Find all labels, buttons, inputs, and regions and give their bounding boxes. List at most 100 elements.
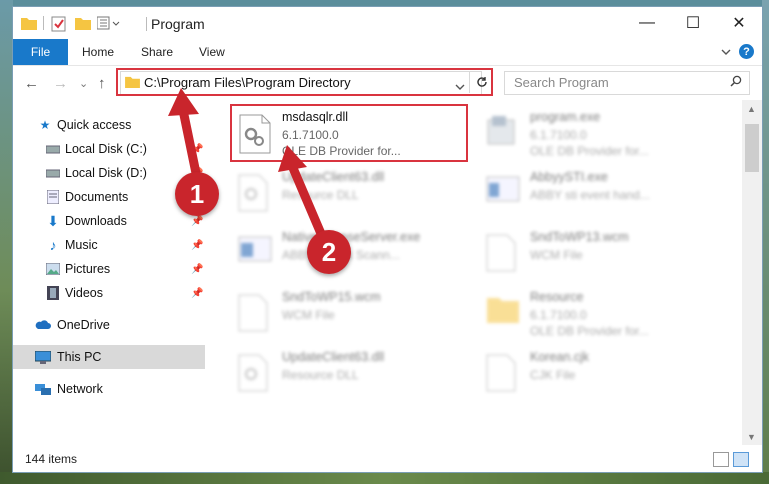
- tab-view[interactable]: View: [199, 39, 225, 65]
- details-view-icon[interactable]: [713, 452, 729, 467]
- file-name: SndToWP15.wcm: [282, 290, 381, 304]
- file-name: SndToWP13.wcm: [530, 230, 629, 244]
- search-input[interactable]: Search Program: [514, 75, 609, 90]
- sidebar-item-local-disk-d[interactable]: Local Disk (D:) 📌: [13, 161, 205, 185]
- close-button[interactable]: ✕: [716, 7, 762, 39]
- computer-icon: [35, 349, 51, 365]
- recent-locations-button[interactable]: ⌄: [79, 77, 88, 90]
- exe-file-icon: [486, 174, 520, 214]
- vertical-scrollbar[interactable]: ▲ ▼: [742, 100, 762, 445]
- file-tile-program-exe[interactable]: program.exe 6.1.7100.0 OLE DB Provider f…: [478, 106, 718, 162]
- file-tile-abbyysti[interactable]: AbbyySTI.exe ABBY sti event hand...: [478, 166, 718, 222]
- sidebar-item-label: Pictures: [65, 262, 111, 276]
- search-box[interactable]: Search Program: [504, 71, 750, 95]
- explorer-window: Program — ☐ ✕ File Home Share View ? ← →…: [13, 7, 762, 472]
- minimize-button[interactable]: —: [624, 7, 670, 39]
- back-button[interactable]: ←: [24, 75, 39, 92]
- sidebar-item-label: Videos: [65, 286, 103, 300]
- file-name: UpdateClient63.dll: [282, 350, 385, 364]
- large-icons-view-icon[interactable]: [733, 452, 749, 467]
- drive-icon: [45, 165, 61, 181]
- sidebar-item-pictures[interactable]: Pictures 📌: [13, 257, 205, 281]
- separator: [43, 16, 44, 30]
- file-tile-sndtowp13[interactable]: SndToWP13.wcm WCM File: [478, 226, 718, 282]
- sidebar-item-local-disk-c[interactable]: Local Disk (C:) 📌: [13, 137, 205, 161]
- maximize-button[interactable]: ☐: [670, 7, 716, 39]
- file-description: WCM File: [530, 248, 583, 262]
- sidebar-item-label: Local Disk (C:): [65, 142, 147, 156]
- desktop-background-bottom: [0, 472, 769, 484]
- desktop-background-right: [762, 0, 769, 484]
- sidebar-item-downloads[interactable]: ⬇ Downloads 📌: [13, 209, 205, 233]
- sidebar-item-label: Downloads: [65, 214, 127, 228]
- file-name: Resource: [530, 290, 584, 304]
- sidebar-item-label: This PC: [57, 350, 102, 364]
- sidebar-item-label: Network: [57, 382, 103, 396]
- file-name: NativeLicenseServer.exe: [282, 230, 421, 244]
- tab-home[interactable]: Home: [82, 39, 114, 65]
- status-bar: 144 items: [13, 445, 762, 472]
- customize-toolbar-icon[interactable]: [96, 16, 123, 32]
- file-tile-resource[interactable]: Resource 6.1.7100.0 OLE DB Provider for.…: [478, 286, 718, 342]
- file-description: OLE DB Provider for...: [530, 144, 649, 158]
- pin-icon[interactable]: 📌: [191, 144, 203, 155]
- videos-icon: [45, 285, 61, 301]
- file-name: Korean.cjk: [530, 350, 590, 364]
- sidebar-item-label: OneDrive: [57, 318, 110, 332]
- new-folder-icon[interactable]: [75, 16, 91, 32]
- tab-share[interactable]: Share: [141, 39, 173, 65]
- navigation-bar: ← → ⌄ ↑ C:\Program Files\Program Directo…: [13, 66, 762, 100]
- sidebar-item-onedrive[interactable]: OneDrive: [13, 313, 205, 337]
- exe-file-icon: [238, 234, 272, 274]
- file-name: program.exe: [530, 110, 601, 124]
- sidebar-item-network[interactable]: Network: [13, 377, 205, 401]
- pin-icon[interactable]: 📌: [191, 216, 203, 227]
- scroll-up-icon[interactable]: ▲: [747, 104, 756, 114]
- file-version: 6.1.7100.0: [530, 128, 587, 142]
- scrollbar-thumb[interactable]: [745, 124, 759, 172]
- pin-icon[interactable]: 📌: [191, 264, 203, 275]
- generic-file-icon: [486, 234, 520, 274]
- tab-file[interactable]: File: [13, 39, 68, 65]
- file-tile-sndtowp15[interactable]: SndToWP15.wcm WCM File: [230, 286, 470, 342]
- file-version: 6.1.7100.0: [530, 308, 587, 322]
- file-name: UpdateClient63.dll: [282, 170, 385, 184]
- sidebar-item-quick-access[interactable]: ★ Quick access: [13, 113, 205, 137]
- star-icon: ★: [39, 118, 51, 132]
- sidebar-item-videos[interactable]: Videos 📌: [13, 281, 205, 305]
- sidebar-item-label: Documents: [65, 190, 129, 204]
- step-badge-1: 1: [175, 172, 219, 216]
- pictures-icon: [45, 261, 61, 277]
- file-tile-updateclient63-2[interactable]: UpdateClient63.dll Resource DLL: [230, 346, 470, 402]
- window-title: Program: [151, 16, 205, 32]
- separator: [146, 17, 147, 31]
- properties-icon[interactable]: [51, 16, 67, 32]
- selected-file-highlight: [230, 104, 468, 162]
- file-description: CJK File: [530, 368, 576, 382]
- step-badge-2: 2: [307, 230, 351, 274]
- desktop-background-left: [0, 0, 13, 484]
- ribbon-tabs: File Home Share View ?: [13, 39, 762, 66]
- file-description: Resource DLL: [282, 188, 359, 202]
- file-tile-updateclient63[interactable]: UpdateClient63.dll Resource DLL: [230, 166, 470, 222]
- expand-ribbon-icon[interactable]: [721, 45, 731, 59]
- sidebar-item-music[interactable]: ♪ Music 📌: [13, 233, 205, 257]
- file-name: AbbyySTI.exe: [530, 170, 608, 184]
- pin-icon[interactable]: 📌: [191, 288, 203, 299]
- search-icon[interactable]: [730, 75, 742, 90]
- folder-icon: [486, 294, 520, 334]
- help-icon[interactable]: ?: [739, 44, 754, 59]
- sidebar-item-this-pc[interactable]: This PC: [13, 345, 205, 369]
- scroll-down-icon[interactable]: ▼: [747, 432, 756, 442]
- dll-file-icon: [238, 354, 272, 394]
- sidebar-item-label: Local Disk (D:): [65, 166, 147, 180]
- generic-file-icon: [238, 294, 272, 334]
- forward-button[interactable]: →: [53, 75, 68, 92]
- generic-file-icon: [486, 354, 520, 394]
- title-bar: Program — ☐ ✕: [13, 7, 762, 39]
- file-tile-korean-cjk[interactable]: Korean.cjk CJK File: [478, 346, 718, 402]
- pin-icon[interactable]: 📌: [191, 240, 203, 251]
- up-button[interactable]: ↑: [98, 75, 106, 92]
- sidebar-item-label: Music: [65, 238, 98, 252]
- drive-icon: [45, 141, 61, 157]
